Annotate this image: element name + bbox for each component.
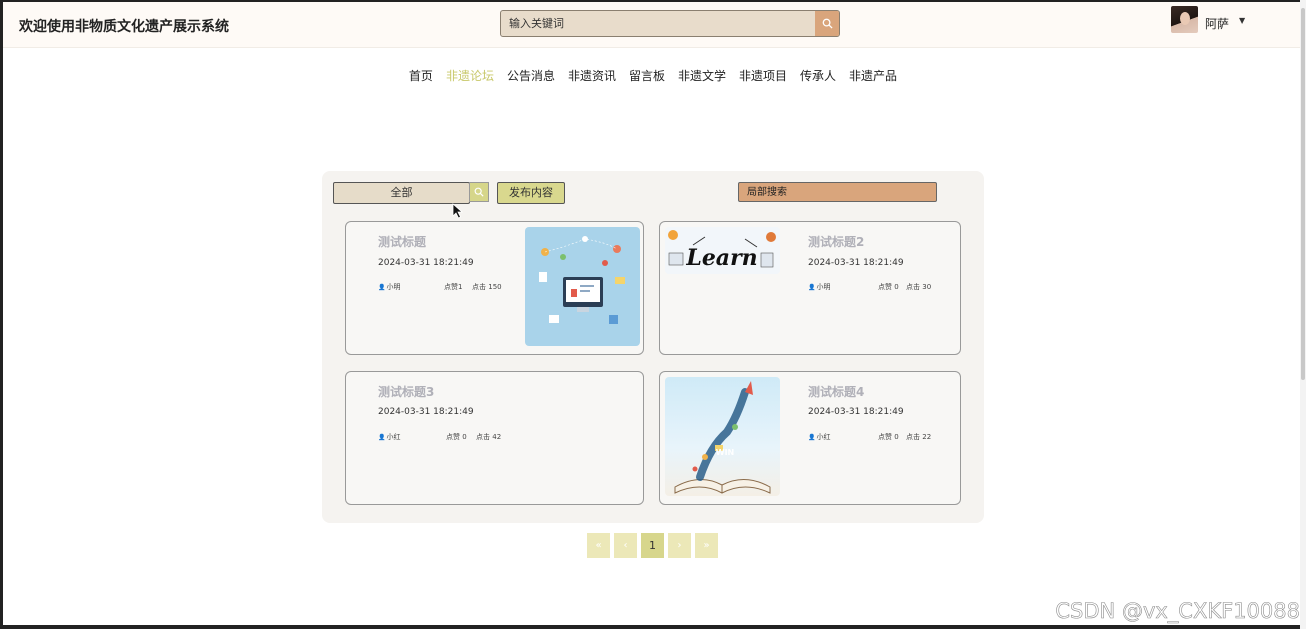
post-date: 2024-03-31 18:21:49 xyxy=(378,407,474,417)
nav-item-8[interactable]: 传承人 xyxy=(800,67,836,84)
nav-item-7[interactable]: 非遗项目 xyxy=(739,67,787,84)
user-icon: 👤 xyxy=(808,434,816,441)
nav-item-2[interactable]: 非遗论坛 xyxy=(446,67,494,84)
post-clicks: 点击 42 xyxy=(476,433,502,441)
post-author: 👤小红 xyxy=(808,433,831,441)
category-search-button[interactable] xyxy=(469,182,489,202)
nav-item-3[interactable]: 公告消息 xyxy=(507,67,555,84)
post-card[interactable]: 测试标题3 2024-03-31 18:21:49 👤小红 点赞 0 点击 42 xyxy=(345,371,644,505)
page-scrollbar[interactable] xyxy=(1300,0,1306,629)
watermark: CSDN @vx_CXKF10088 xyxy=(1055,599,1300,624)
scrollbar-thumb[interactable] xyxy=(1301,8,1305,380)
post-thumbnail[interactable]: Learn xyxy=(665,227,780,274)
current-page-button[interactable]: 1 xyxy=(641,533,664,558)
local-search-input[interactable] xyxy=(738,182,937,202)
post-date: 2024-03-31 18:21:49 xyxy=(808,407,904,417)
post-author: 👤小红 xyxy=(378,433,401,441)
nav-item-9[interactable]: 非遗产品 xyxy=(849,67,897,84)
post-title[interactable]: 测试标题2 xyxy=(808,233,864,250)
post-likes: 点赞 0 xyxy=(878,283,899,291)
post-likes: 点赞1 xyxy=(444,283,463,291)
last-page-button[interactable]: » xyxy=(695,533,718,558)
prev-page-button[interactable]: ‹ xyxy=(614,533,637,558)
search-input[interactable] xyxy=(501,11,801,36)
post-clicks: 点击 30 xyxy=(906,283,932,291)
first-page-button[interactable]: « xyxy=(587,533,610,558)
site-title: 欢迎使用非物质文化遗产展示系统 xyxy=(19,19,229,35)
post-date: 2024-03-31 18:21:49 xyxy=(808,258,904,268)
post-card[interactable]: Learn 测试标题2 2024-03-31 18:21:49 👤小明 点赞 0… xyxy=(659,221,961,355)
window-frame-left xyxy=(0,0,3,629)
search-icon xyxy=(822,18,833,29)
user-icon: 👤 xyxy=(378,284,386,291)
main-nav: 首页 非遗论坛 公告消息 非遗资讯 留言板 非遗文学 非遗项目 传承人 非遗产品 xyxy=(0,67,1306,84)
book-illustration-icon: WIN xyxy=(674,381,771,494)
post-clicks: 点击 22 xyxy=(906,433,932,441)
svg-text:Learn: Learn xyxy=(685,245,757,271)
avatar[interactable] xyxy=(1171,6,1198,33)
nav-item-4[interactable]: 非遗资讯 xyxy=(568,67,616,84)
top-header: 欢迎使用非物质文化遗产展示系统 阿萨 ▼ xyxy=(3,2,1300,48)
search-icon xyxy=(474,187,484,197)
pagination: « ‹ 1 › » xyxy=(587,533,718,558)
category-select[interactable]: 全部 xyxy=(333,182,470,204)
nav-item-1[interactable]: 首页 xyxy=(409,67,433,84)
learn-illustration-icon: Learn xyxy=(665,227,780,274)
username[interactable]: 阿萨 xyxy=(1205,15,1229,32)
window-frame-bottom xyxy=(0,625,1306,629)
post-likes: 点赞 0 xyxy=(878,433,899,441)
post-thumbnail[interactable]: WIN xyxy=(665,377,780,496)
post-date: 2024-03-31 18:21:49 xyxy=(378,258,474,268)
publish-button[interactable]: 发布内容 xyxy=(497,182,565,204)
next-page-button[interactable]: › xyxy=(668,533,691,558)
post-card[interactable]: 测试标题 2024-03-31 18:21:49 👤小明 点赞1 点击 150 xyxy=(345,221,644,355)
user-icon: 👤 xyxy=(808,284,816,291)
global-search xyxy=(500,10,840,37)
post-author: 👤小明 xyxy=(378,283,401,291)
post-likes: 点赞 0 xyxy=(446,433,467,441)
search-button[interactable] xyxy=(815,11,839,36)
post-title[interactable]: 测试标题3 xyxy=(378,383,434,400)
nav-item-6[interactable]: 非遗文学 xyxy=(678,67,726,84)
post-clicks: 点击 150 xyxy=(472,283,502,291)
user-icon: 👤 xyxy=(378,434,386,441)
svg-text:WIN: WIN xyxy=(716,448,735,457)
nav-item-5[interactable]: 留言板 xyxy=(629,67,665,84)
post-title[interactable]: 测试标题 xyxy=(378,233,426,250)
caret-down-icon[interactable]: ▼ xyxy=(1239,16,1245,25)
post-author: 👤小明 xyxy=(808,283,831,291)
post-title[interactable]: 测试标题4 xyxy=(808,383,864,400)
mouse-cursor-icon xyxy=(452,203,464,219)
monitor-illustration-icon xyxy=(539,236,625,324)
post-card[interactable]: WIN 测试标题4 2024-03-31 18:21:49 👤小红 点赞 0 点… xyxy=(659,371,961,505)
post-thumbnail[interactable] xyxy=(525,227,640,346)
